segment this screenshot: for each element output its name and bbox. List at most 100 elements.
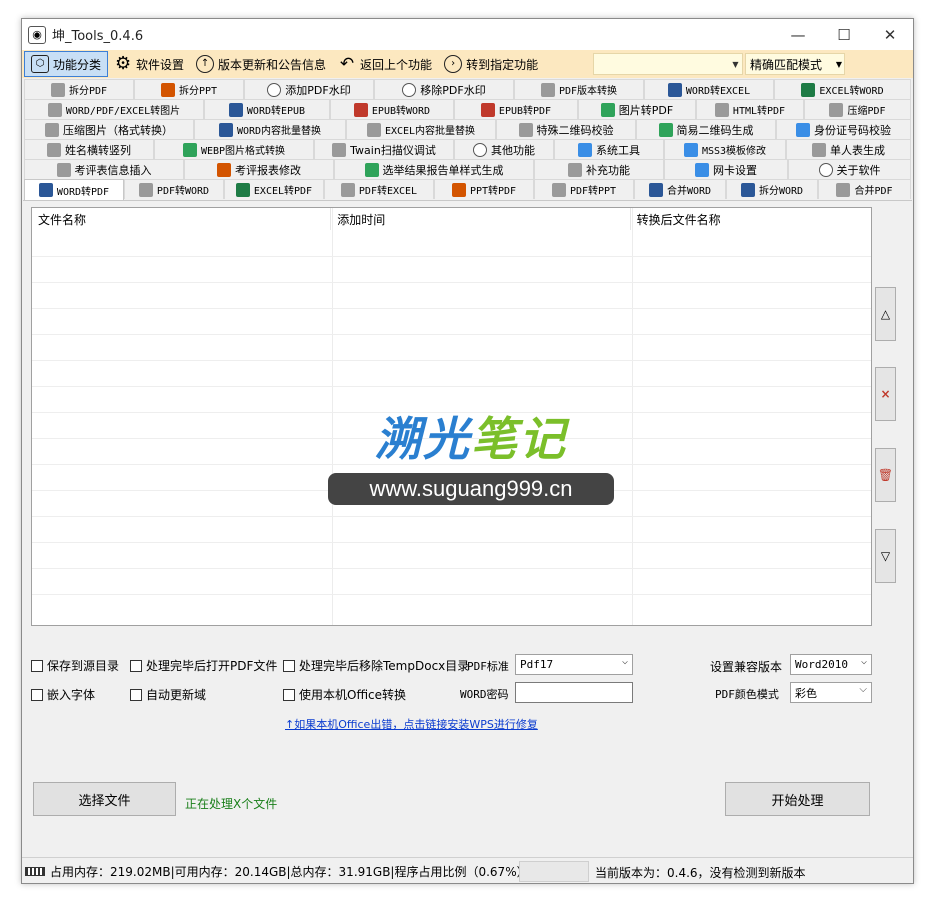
classify-button[interactable]: ⬡ 功能分类 bbox=[24, 51, 109, 77]
tab-system-tools[interactable]: 系统工具 bbox=[554, 139, 664, 159]
auto-update-fields-checkbox[interactable]: 自动更新域 bbox=[130, 686, 206, 703]
settings-label: 软件设置 bbox=[136, 57, 185, 72]
start-processing-button[interactable]: 开始处理 bbox=[725, 782, 870, 816]
word-password-input[interactable] bbox=[515, 682, 633, 703]
tab-excel-to-word[interactable]: EXCEL转WORD bbox=[774, 79, 911, 99]
html-icon bbox=[714, 102, 729, 117]
processing-status: 正在处理X个文件 bbox=[185, 797, 278, 811]
clear-list-button[interactable]: 🗑 bbox=[875, 448, 896, 502]
return-icon: ↶ bbox=[339, 53, 355, 74]
match-mode-select[interactable]: 精确匹配模式 ▼ bbox=[745, 53, 845, 75]
pdf-color-mode-select[interactable]: 彩色 ⌵ bbox=[790, 682, 872, 703]
tab-compress-image[interactable]: 压缩图片（格式转换） bbox=[24, 119, 194, 139]
goto-button[interactable]: › 转到指定功能 bbox=[438, 51, 544, 77]
tab-eval-report-edit[interactable]: 考评报表修改 bbox=[184, 159, 334, 179]
tab-merge-word[interactable]: 合并WORD bbox=[634, 179, 726, 199]
chevron-down-icon: ⌵ bbox=[621, 656, 628, 667]
close-button[interactable]: ✕ bbox=[867, 19, 913, 50]
memory-icon bbox=[25, 866, 45, 876]
back-button[interactable]: ↶ 返回上个功能 bbox=[332, 51, 438, 77]
tab-remove-pdf-watermark[interactable]: 移除PDF水印 bbox=[374, 79, 514, 99]
tab-election-report[interactable]: 选举结果报告单样式生成 bbox=[334, 159, 534, 179]
version-status: 当前版本为：0.4.6，没有检测到新版本 bbox=[595, 866, 806, 880]
minimize-button[interactable]: — bbox=[775, 19, 821, 50]
maximize-button[interactable]: ☐ bbox=[821, 19, 867, 50]
tab-split-word[interactable]: 拆分WORD bbox=[726, 179, 818, 199]
tab-word-to-pdf[interactable]: WORD转PDF bbox=[24, 179, 124, 200]
tab-single-table[interactable]: 单人表生成 bbox=[786, 139, 911, 159]
tab-merge-pdf[interactable]: 合并PDF bbox=[818, 179, 911, 199]
pdf-standard-label: PDF标准 bbox=[467, 660, 509, 673]
update-button[interactable]: ↑ 版本更新和公告信息 bbox=[190, 51, 332, 77]
tab-pdf-to-ppt[interactable]: PDF转PPT bbox=[534, 179, 634, 199]
column-add-time[interactable]: 添加时间 bbox=[331, 208, 631, 230]
tab-epub-to-pdf[interactable]: EPUB转PDF bbox=[454, 99, 578, 119]
settings-button[interactable]: ⚙ 软件设置 bbox=[108, 51, 190, 77]
tab-to-image[interactable]: WORD/PDF/EXCEL转图片 bbox=[24, 99, 204, 119]
chevron-down-icon[interactable]: ▼ bbox=[728, 53, 743, 75]
tab-excel-batch-replace[interactable]: EXCEL内容批量替换 bbox=[346, 119, 496, 139]
open-pdf-after-checkbox[interactable]: 处理完毕后打开PDF文件 bbox=[130, 657, 277, 674]
watermark-icon bbox=[402, 82, 417, 97]
word-icon bbox=[740, 182, 755, 197]
title-bar: ◉ 坤_Tools_0.4.6 — ☐ ✕ bbox=[22, 19, 913, 50]
tab-word-to-excel[interactable]: WORD转EXCEL bbox=[644, 79, 774, 99]
tab-compress-pdf[interactable]: 压缩PDF bbox=[804, 99, 911, 119]
word-password-label: WORD密码 bbox=[460, 688, 509, 701]
tab-name-vertical[interactable]: 姓名横转竖列 bbox=[24, 139, 154, 159]
function-search-combo[interactable] bbox=[593, 53, 743, 75]
tab-pdf-to-word[interactable]: PDF转WORD bbox=[124, 179, 224, 199]
tab-row-5: 考评表信息插入 考评报表修改 选举结果报告单样式生成 补充功能 网卡设置 关于软… bbox=[22, 159, 913, 179]
pdf-icon bbox=[540, 82, 555, 97]
tab-word-to-epub[interactable]: WORD转EPUB bbox=[204, 99, 330, 119]
document-icon bbox=[568, 162, 582, 177]
image-icon bbox=[600, 102, 615, 117]
tab-network-card[interactable]: 网卡设置 bbox=[664, 159, 788, 179]
move-up-button[interactable]: △ bbox=[875, 287, 896, 341]
tab-supplement[interactable]: 补充功能 bbox=[534, 159, 664, 179]
remove-temp-checkbox[interactable]: 处理完毕后移除TempDocx目录 bbox=[283, 657, 469, 674]
tab-html-to-pdf[interactable]: HTML转PDF bbox=[696, 99, 804, 119]
tab-twain-scanner[interactable]: Twain扫描仪调试 bbox=[314, 139, 454, 159]
move-down-button[interactable]: ▽ bbox=[875, 529, 896, 583]
arrow-right-icon: › bbox=[444, 55, 463, 73]
word-icon bbox=[228, 102, 243, 117]
install-wps-link[interactable]: ↑如果本机Office出错，点击链接安装WPS进行修复 bbox=[285, 716, 538, 732]
pdf-standard-select[interactable]: Pdf17 ⌵ bbox=[515, 654, 633, 675]
remove-item-button[interactable]: × bbox=[875, 367, 896, 421]
watermark-icon bbox=[267, 82, 282, 97]
tab-add-pdf-watermark[interactable]: 添加PDF水印 bbox=[244, 79, 374, 99]
tab-id-number-check[interactable]: 身份证号码校验 bbox=[776, 119, 911, 139]
tab-pdf-to-excel[interactable]: PDF转EXCEL bbox=[324, 179, 434, 199]
column-file-name[interactable]: 文件名称 bbox=[32, 208, 332, 230]
ppt-icon bbox=[160, 82, 175, 97]
tab-row-2: WORD/PDF/EXCEL转图片 WORD转EPUB EPUB转WORD EP… bbox=[22, 99, 913, 119]
tab-eval-insert[interactable]: 考评表信息插入 bbox=[24, 159, 184, 179]
tab-special-qr-check[interactable]: 特殊二维码校验 bbox=[496, 119, 636, 139]
tab-word-batch-replace[interactable]: WORD内容批量替换 bbox=[194, 119, 346, 139]
tab-mss3-template[interactable]: MSS3模板修改 bbox=[664, 139, 786, 159]
tab-excel-to-pdf[interactable]: EXCEL转PDF bbox=[224, 179, 324, 199]
tab-pdf-version[interactable]: PDF版本转换 bbox=[514, 79, 644, 99]
tab-simple-qr-generate[interactable]: 简易二维码生成 bbox=[636, 119, 776, 139]
use-local-office-checkbox[interactable]: 使用本机Office转换 bbox=[283, 686, 406, 703]
tab-epub-to-word[interactable]: EPUB转WORD bbox=[330, 99, 454, 119]
tab-webp-convert[interactable]: WEBP图片格式转换 bbox=[154, 139, 314, 159]
tab-other-functions[interactable]: 其他功能 bbox=[454, 139, 554, 159]
word-icon bbox=[648, 182, 663, 197]
document-icon bbox=[812, 142, 826, 157]
tab-about[interactable]: 关于软件 bbox=[788, 159, 911, 179]
select-files-button[interactable]: 选择文件 bbox=[33, 782, 176, 816]
save-to-source-checkbox[interactable]: 保存到源目录 bbox=[31, 657, 119, 674]
tab-split-ppt[interactable]: 拆分PPT bbox=[134, 79, 244, 99]
network-icon bbox=[695, 162, 709, 177]
tab-split-pdf[interactable]: 拆分PDF bbox=[24, 79, 134, 99]
column-converted-name[interactable]: 转换后文件名称 bbox=[631, 208, 871, 230]
tab-ppt-to-pdf[interactable]: PPT转PDF bbox=[434, 179, 534, 199]
tab-image-to-pdf[interactable]: 图片转PDF bbox=[578, 99, 696, 119]
embed-fonts-checkbox[interactable]: 嵌入字体 bbox=[31, 686, 95, 703]
grid-header: 文件名称 添加时间 转换后文件名称 bbox=[32, 208, 871, 230]
compat-version-select[interactable]: Word2010 ⌵ bbox=[790, 654, 872, 675]
excel-icon bbox=[366, 122, 381, 137]
file-list-grid[interactable]: 文件名称 添加时间 转换后文件名称 溯光笔记 www.suguang999.cn bbox=[31, 207, 872, 626]
